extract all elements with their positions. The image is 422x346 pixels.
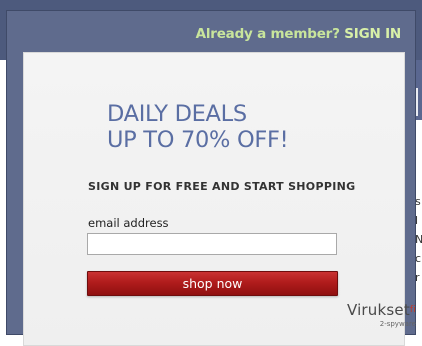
signup-popup-overlay: Already a member? SIGN IN DAILY DEALS UP… bbox=[6, 10, 416, 346]
watermark-brand: Viruksetfi bbox=[347, 302, 416, 319]
watermark: Viruksetfi 2-spyware bbox=[347, 302, 416, 329]
watermark-tagline: 2-spyware bbox=[379, 320, 416, 328]
email-field[interactable] bbox=[87, 233, 337, 255]
headline-line-2: UP TO 70% OFF! bbox=[107, 127, 289, 153]
watermark-brand-suffix: fi bbox=[409, 305, 416, 315]
deals-headline: DAILY DEALS UP TO 70% OFF! bbox=[107, 101, 289, 153]
signin-link[interactable]: SIGN IN bbox=[344, 26, 401, 42]
watermark-brand-text: Virukset bbox=[346, 301, 410, 319]
email-label: email address bbox=[88, 216, 169, 230]
shop-now-button[interactable]: shop now bbox=[87, 271, 338, 296]
headline-line-1: DAILY DEALS bbox=[107, 101, 247, 127]
signup-subheading: SIGN UP FOR FREE AND START SHOPPING bbox=[88, 180, 356, 193]
signin-prompt-text: Already a member? bbox=[195, 26, 340, 42]
signin-prompt: Already a member? SIGN IN bbox=[195, 26, 402, 42]
